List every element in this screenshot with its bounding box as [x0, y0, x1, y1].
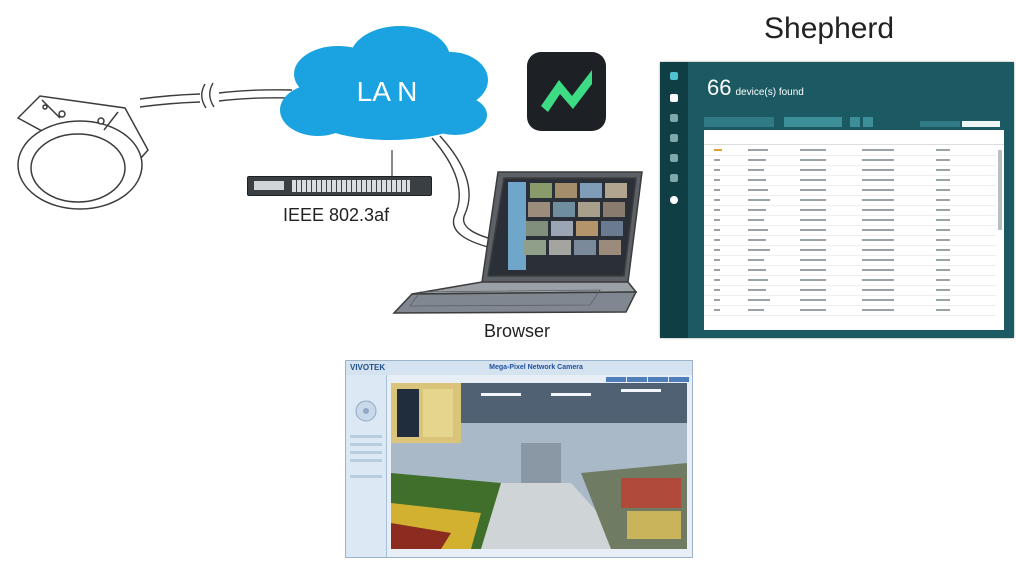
device-count-header: 66 device(s) found [707, 75, 804, 101]
liveview-header: VIVOTEK Mega-Pixel Network Camera [346, 361, 692, 375]
device-search-input[interactable] [704, 117, 774, 127]
device-table [704, 130, 1004, 330]
camera-cable [139, 89, 293, 108]
sidebar-settings-icon[interactable] [670, 196, 678, 204]
table-row[interactable] [704, 186, 996, 196]
shepherd-window: 66 device(s) found [660, 62, 1014, 338]
ptz-controls[interactable] [346, 375, 386, 557]
sidebar-logo-icon [670, 72, 678, 80]
network-switch-icon [247, 176, 432, 196]
liveview-tabs[interactable] [606, 377, 690, 382]
shepherd-caption: Shepherd [764, 12, 895, 45]
table-row[interactable] [704, 246, 996, 256]
liveview-title: Mega-Pixel Network Camera [489, 364, 583, 371]
table-row[interactable] [704, 146, 996, 156]
liveview-control-panel [346, 375, 387, 557]
table-row[interactable] [704, 206, 996, 216]
switch-ports [292, 180, 410, 192]
sidebar-network-icon[interactable] [670, 154, 678, 162]
table-row[interactable] [704, 296, 996, 306]
table-row[interactable] [704, 236, 996, 246]
table-row[interactable] [704, 176, 996, 186]
table-row[interactable] [704, 216, 996, 226]
switch-logo [254, 181, 284, 190]
table-row[interactable] [704, 306, 996, 316]
table-row[interactable] [704, 266, 996, 276]
brand-logo: VIVOTEK [350, 363, 386, 372]
live-video-view[interactable] [391, 383, 687, 549]
device-count-suffix: device(s) found [735, 87, 804, 98]
scan-button[interactable] [784, 117, 842, 127]
filter-button[interactable] [863, 117, 873, 127]
shepherd-sidebar [660, 62, 688, 338]
table-row[interactable] [704, 276, 996, 286]
table-scrollbar[interactable] [998, 150, 1002, 230]
sidebar-list-icon[interactable] [670, 174, 678, 182]
tab-selected[interactable] [962, 121, 1000, 127]
table-row[interactable] [704, 256, 996, 266]
shepherd-toolbar [704, 117, 1004, 127]
sidebar-home-icon[interactable] [670, 94, 678, 102]
device-count: 66 [707, 75, 732, 100]
sidebar-devices-icon[interactable] [670, 114, 678, 122]
dome-camera-icon [16, 95, 149, 210]
table-row[interactable] [704, 226, 996, 236]
table-row[interactable] [704, 286, 996, 296]
tab-all-devices[interactable] [920, 121, 960, 127]
browser-caption: Browser [484, 321, 551, 341]
add-button[interactable] [850, 117, 860, 127]
table-row[interactable] [704, 166, 996, 176]
sidebar-search-icon[interactable] [670, 134, 678, 142]
switch-caption: IEEE 802.3af [283, 205, 390, 225]
cable-break-icon [201, 82, 215, 109]
app-icon-mark [527, 52, 606, 131]
table-row[interactable] [704, 156, 996, 166]
supermarket-scene [391, 383, 687, 549]
table-row[interactable] [704, 196, 996, 206]
cloud-label: LA N [356, 76, 418, 107]
table-header [704, 132, 1004, 145]
browser-liveview-screenshot: VIVOTEK Mega-Pixel Network Camera [345, 360, 693, 558]
